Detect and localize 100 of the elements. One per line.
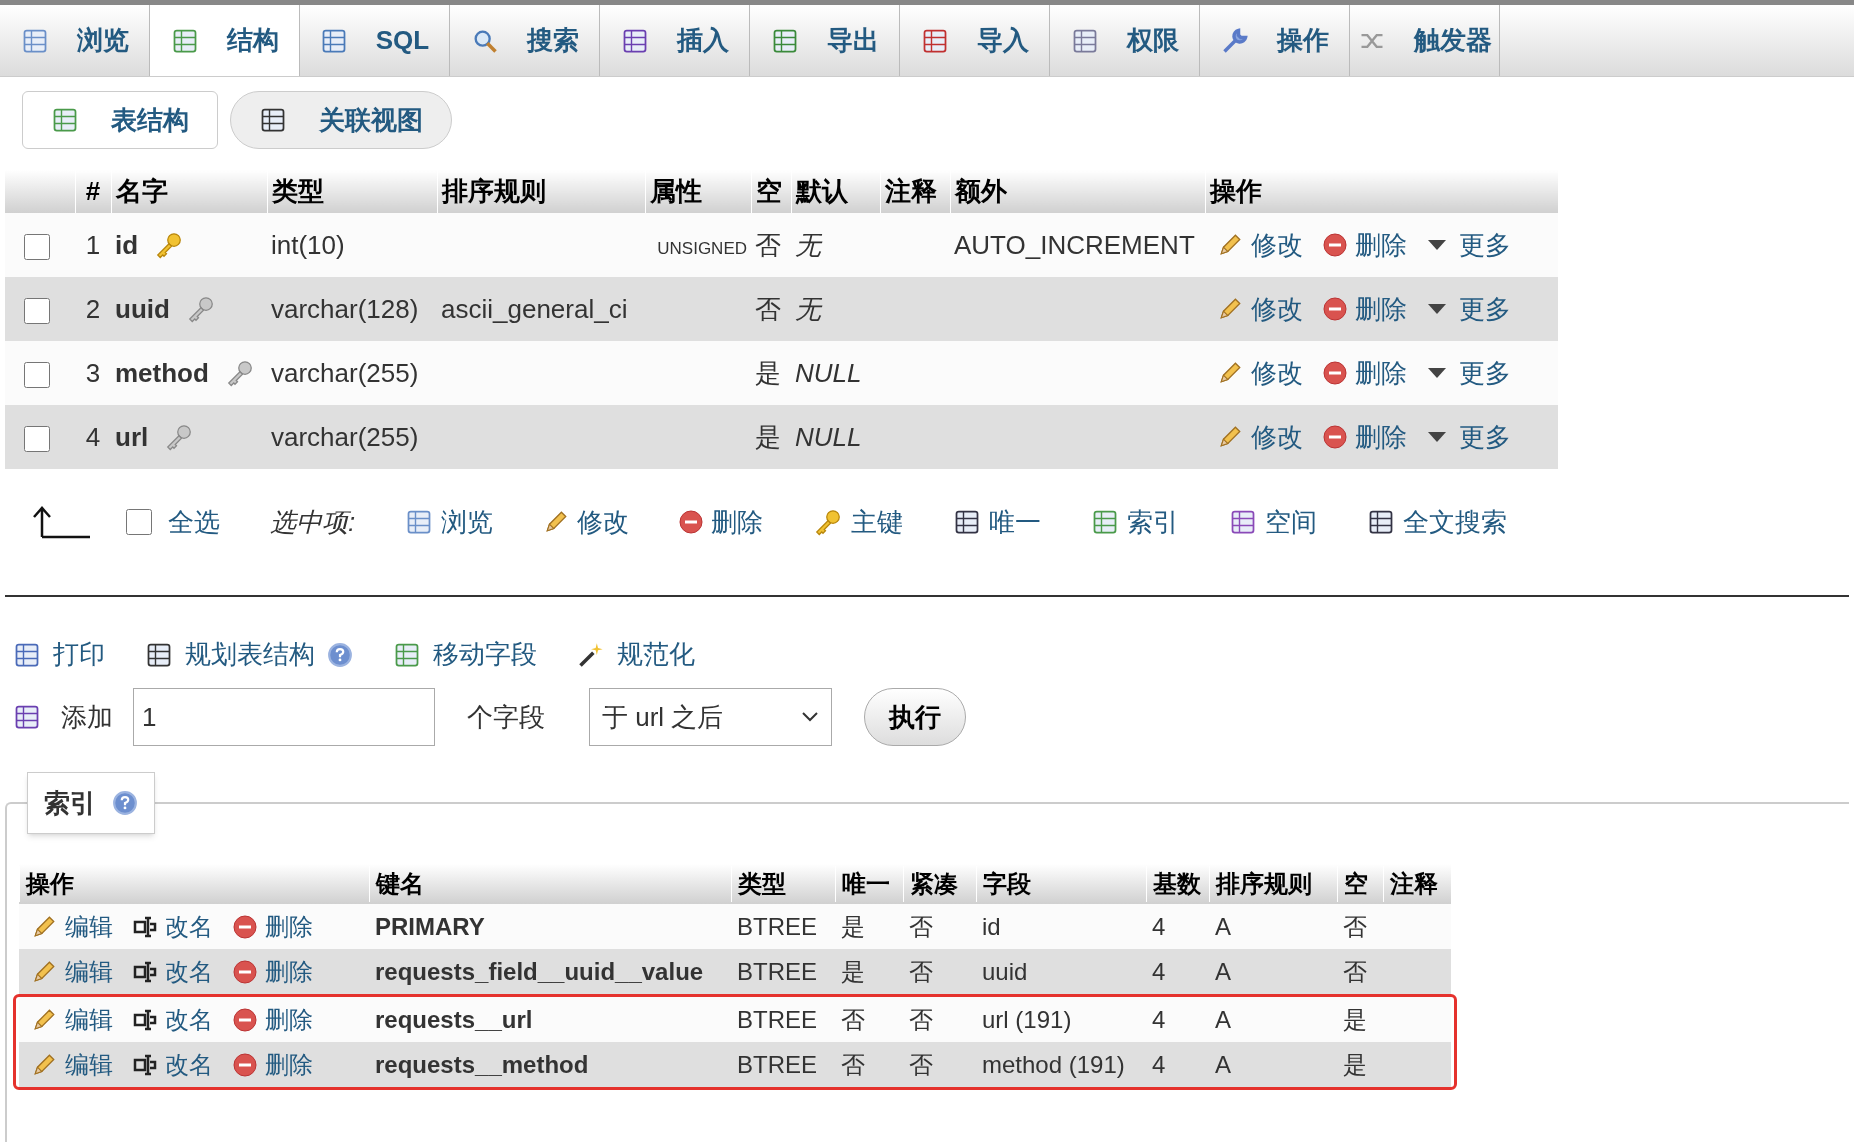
- key-name: requests__url: [374, 1004, 534, 1035]
- null-value: 是: [755, 421, 781, 452]
- rename-link[interactable]: 改名: [165, 1001, 213, 1038]
- cardinality: 4: [1151, 956, 1167, 987]
- bulk-action-link[interactable]: 修改: [577, 502, 630, 542]
- column-header: 操作: [1205, 170, 1558, 213]
- more-link[interactable]: 更多: [1459, 289, 1511, 329]
- field-count-input[interactable]: 1: [133, 688, 435, 746]
- toolbar-link[interactable]: 打印: [53, 635, 105, 674]
- field-name: uuid: [115, 292, 170, 326]
- index-column: method (191): [976, 1046, 1146, 1083]
- field-type: int(10): [271, 229, 345, 260]
- row-checkbox[interactable]: [24, 233, 50, 260]
- field-type: varchar(255): [271, 421, 419, 452]
- index-type: BTREE: [736, 911, 818, 942]
- go-button[interactable]: 执行: [864, 688, 966, 746]
- more-link[interactable]: 更多: [1459, 353, 1511, 393]
- collation: A: [1214, 956, 1232, 987]
- collation: A: [1214, 1004, 1232, 1035]
- unit-label: 个字段: [467, 700, 545, 734]
- bulk-action-link[interactable]: 索引: [1127, 502, 1180, 542]
- default-value: NULL: [795, 357, 862, 388]
- edit-link[interactable]: 编辑: [65, 953, 113, 990]
- index-type: BTREE: [736, 1004, 818, 1035]
- bulk-action-link[interactable]: 空间: [1265, 502, 1318, 542]
- delete-icon: [1323, 361, 1347, 385]
- change-link[interactable]: 修改: [1251, 353, 1303, 393]
- chevron-down-icon: [801, 711, 819, 723]
- more-link[interactable]: 更多: [1459, 225, 1511, 265]
- caret-icon: [1427, 430, 1447, 444]
- delete-icon: [679, 510, 704, 534]
- unique-value: 是: [840, 911, 866, 942]
- row-number: 1: [85, 229, 101, 260]
- toolbar-link[interactable]: 规范化: [617, 635, 695, 674]
- row-checkbox[interactable]: [24, 361, 50, 388]
- drop-link[interactable]: 删除: [265, 953, 313, 990]
- delete-icon: [1323, 425, 1347, 449]
- column-header: 名字: [111, 170, 267, 213]
- index-type: BTREE: [736, 1049, 818, 1080]
- bulk-action-link[interactable]: 全文搜索: [1403, 502, 1508, 542]
- row-number: 3: [85, 357, 101, 388]
- collation: A: [1214, 911, 1232, 942]
- rename-link[interactable]: 改名: [165, 953, 213, 990]
- toolbar-link[interactable]: 规划表结构: [185, 635, 315, 674]
- column-header: 排序规则: [1209, 866, 1337, 902]
- field-type: varchar(255): [271, 357, 419, 388]
- drop-link[interactable]: 删除: [1355, 225, 1407, 265]
- key-name: requests_field__uuid__value: [374, 956, 705, 987]
- change-link[interactable]: 修改: [1251, 225, 1303, 265]
- row-checkbox[interactable]: [24, 425, 50, 452]
- column-header: 注释: [880, 170, 950, 213]
- index-column: uuid: [976, 953, 1146, 990]
- field-name: url: [115, 420, 149, 454]
- field-name: method: [115, 356, 209, 390]
- check-all-checkbox[interactable]: [126, 509, 152, 535]
- help-icon[interactable]: [327, 641, 353, 668]
- drop-link[interactable]: 删除: [265, 908, 313, 945]
- legend-title: 索引: [44, 786, 96, 820]
- bulk-action-link[interactable]: 唯一: [989, 502, 1042, 542]
- edit-link[interactable]: 编辑: [65, 1046, 113, 1083]
- row-checkbox[interactable]: [24, 297, 50, 324]
- subtab[interactable]: 表结构: [22, 91, 218, 149]
- rename-link[interactable]: 改名: [165, 908, 213, 945]
- cardinality: 4: [1151, 1004, 1167, 1035]
- rename-icon: [133, 960, 157, 983]
- change-link[interactable]: 修改: [1251, 417, 1303, 457]
- change-link[interactable]: 修改: [1251, 289, 1303, 329]
- column-header: 空: [751, 170, 791, 213]
- drop-link[interactable]: 删除: [1355, 417, 1407, 457]
- toolbar-link[interactable]: 移动字段: [433, 635, 537, 674]
- delete-icon: [1323, 297, 1347, 321]
- edit-link[interactable]: 编辑: [65, 1001, 113, 1038]
- index-column: url (191): [976, 1001, 1146, 1038]
- more-link[interactable]: 更多: [1459, 417, 1511, 457]
- caret-icon: [1427, 238, 1447, 252]
- edit-link[interactable]: 编辑: [65, 908, 113, 945]
- null-value: 否: [755, 229, 781, 260]
- subtab[interactable]: 关联视图: [230, 91, 452, 149]
- bulk-action-link[interactable]: 删除: [711, 502, 764, 542]
- help-icon[interactable]: [112, 790, 138, 816]
- packed-value: 否: [908, 1049, 934, 1080]
- position-select[interactable]: 于 url 之后: [589, 688, 832, 746]
- drop-link[interactable]: 删除: [1355, 289, 1407, 329]
- column-header: 紧凑: [903, 866, 976, 902]
- check-all-link[interactable]: 全选: [168, 502, 220, 542]
- tab[interactable]: 结构: [150, 5, 300, 76]
- column-header: 基数: [1146, 866, 1209, 902]
- rename-link[interactable]: 改名: [165, 1046, 213, 1083]
- bulk-action-link[interactable]: 主键: [851, 502, 904, 542]
- drop-link[interactable]: 删除: [265, 1046, 313, 1083]
- default-value: 无: [795, 229, 821, 260]
- extra-value: AUTO_INCREMENT: [954, 229, 1195, 260]
- caret-icon: [1427, 366, 1447, 380]
- column-header: #: [75, 170, 111, 213]
- delete-icon: [233, 914, 257, 939]
- null-value: 是: [1342, 1049, 1368, 1080]
- bulk-action-link[interactable]: 浏览: [441, 502, 494, 542]
- drop-link[interactable]: 删除: [1355, 353, 1407, 393]
- drop-link[interactable]: 删除: [265, 1001, 313, 1038]
- null-value: 否: [1342, 956, 1368, 987]
